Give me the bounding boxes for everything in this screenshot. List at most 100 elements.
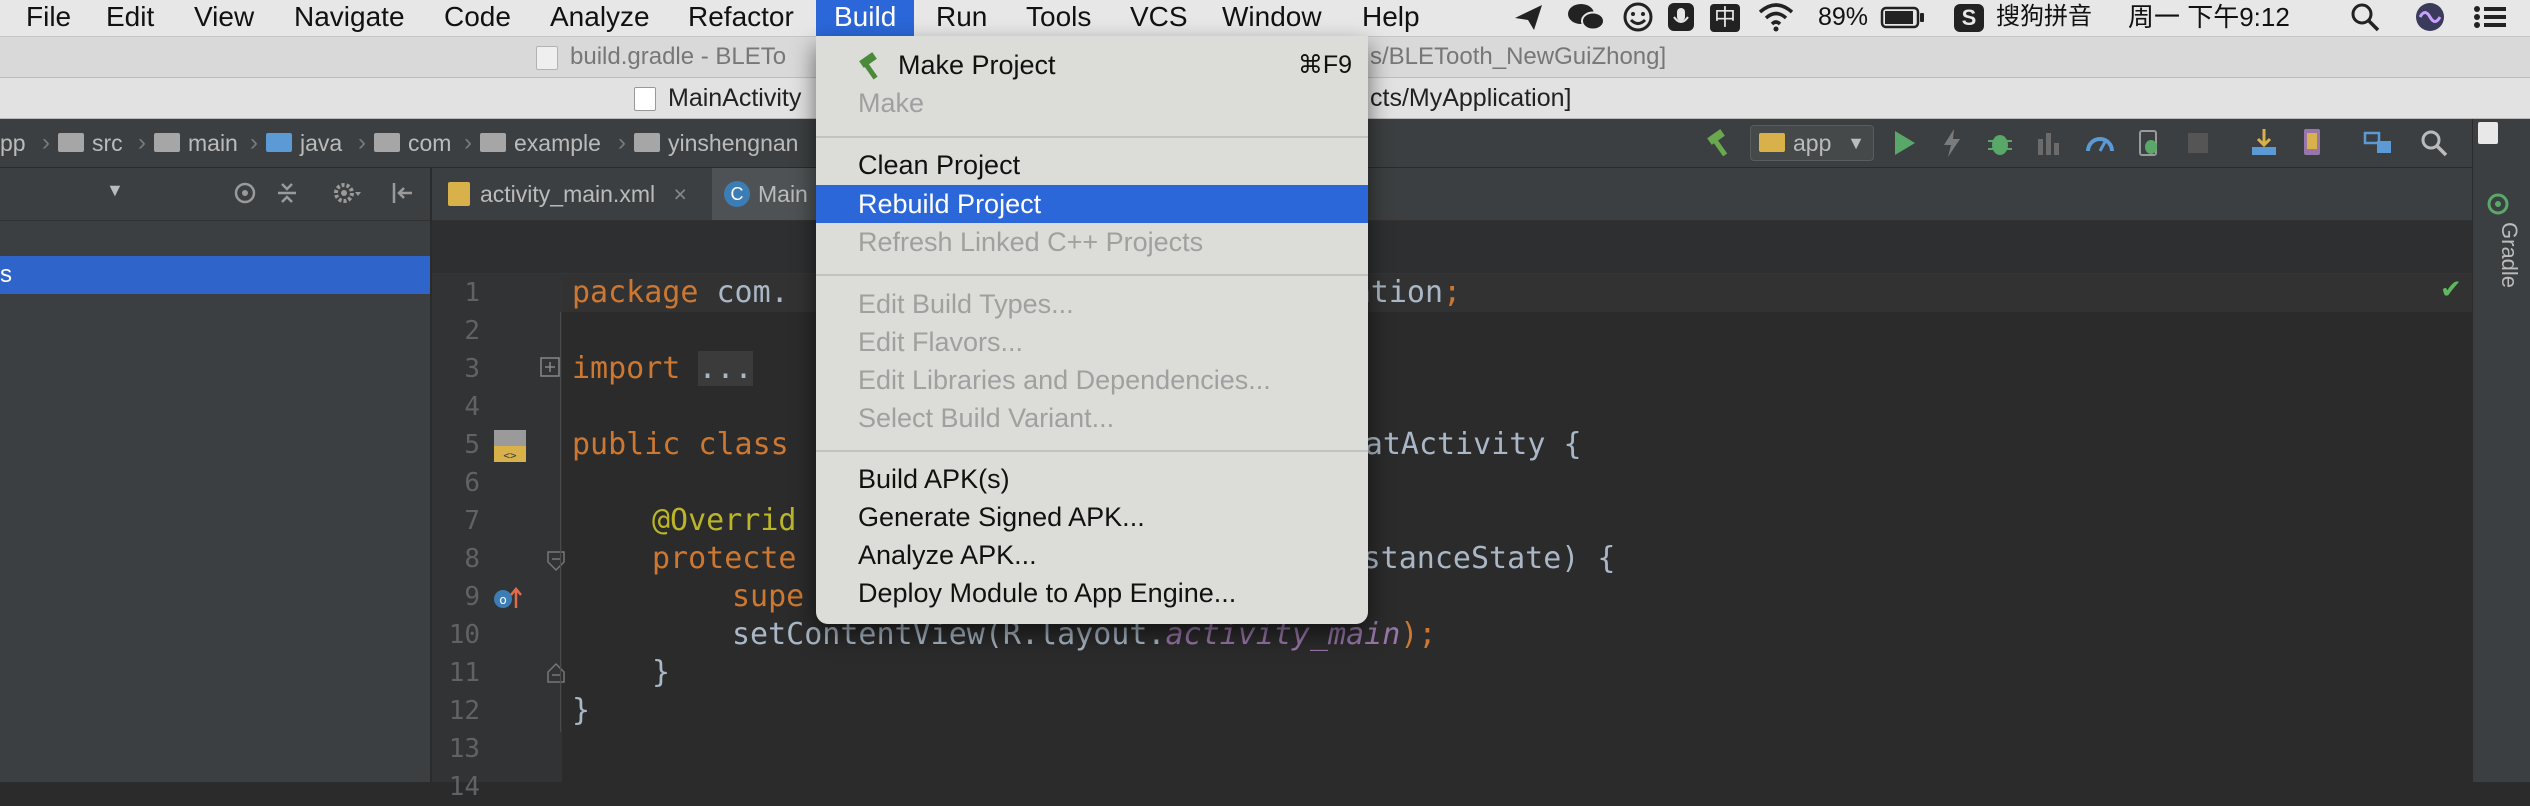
gear-icon[interactable] bbox=[332, 180, 362, 211]
editor-breadcrumb-strip bbox=[432, 221, 2472, 274]
class-icon: C bbox=[724, 180, 750, 207]
menu-build[interactable]: Build bbox=[816, 0, 915, 36]
microphone-icon[interactable] bbox=[1666, 0, 1696, 36]
menu-run[interactable]: Run bbox=[936, 0, 987, 36]
sync-gradle-icon[interactable] bbox=[2248, 127, 2280, 159]
apply-changes-icon[interactable] bbox=[1936, 127, 1968, 159]
notification-center-icon[interactable] bbox=[2470, 0, 2510, 36]
menu-navigate[interactable]: Navigate bbox=[294, 0, 405, 36]
code-line-13[interactable]: } bbox=[572, 692, 590, 730]
gradle-tool-window-button[interactable]: Gradle bbox=[2482, 222, 2522, 342]
hammer-build-icon[interactable] bbox=[1704, 127, 1736, 159]
chevron-down-icon[interactable]: ▼ bbox=[106, 180, 124, 201]
menu-item-build-apks[interactable]: Build APK(s) bbox=[816, 460, 1368, 498]
line-number: 7 bbox=[464, 506, 480, 536]
menu-item-label: Select Build Variant... bbox=[858, 403, 1115, 433]
tab-activity-main-xml[interactable]: activity_main.xml × bbox=[448, 168, 687, 220]
menu-item-analyze-apk[interactable]: Analyze APK... bbox=[816, 536, 1368, 574]
avd-manager-icon[interactable] bbox=[2296, 127, 2328, 159]
menu-item-label: Deploy Module to App Engine... bbox=[858, 578, 1237, 608]
run-icon[interactable] bbox=[1888, 127, 1920, 159]
breadcrumb-label: yinshengnan bbox=[668, 130, 799, 156]
package-icon bbox=[374, 133, 400, 153]
menu-vcs[interactable]: VCS bbox=[1130, 0, 1188, 36]
breadcrumb-app[interactable]: pp bbox=[0, 119, 26, 167]
menu-item-rebuild-project[interactable]: Rebuild Project bbox=[816, 185, 1368, 223]
code-line-8[interactable]: @Overrid bbox=[652, 502, 797, 540]
line-number: 6 bbox=[464, 468, 480, 498]
layout-preview-icon[interactable]: <> bbox=[492, 428, 528, 469]
coverage-icon[interactable] bbox=[2032, 127, 2064, 159]
breadcrumb-label: example bbox=[514, 130, 601, 156]
smiley-icon[interactable] bbox=[1622, 0, 1654, 36]
breadcrumb-main[interactable]: main bbox=[154, 119, 238, 167]
menu-view[interactable]: View bbox=[194, 0, 254, 36]
clock[interactable]: 周一 下午9:12 bbox=[2128, 0, 2290, 36]
menu-item-deploy-module-to-app-engine[interactable]: Deploy Module to App Engine... bbox=[816, 574, 1368, 612]
menu-item-generate-signed-apk[interactable]: Generate Signed APK... bbox=[816, 498, 1368, 536]
close-icon[interactable]: × bbox=[674, 181, 687, 207]
attach-debugger-icon[interactable] bbox=[2132, 127, 2164, 159]
code-token: @Overrid bbox=[652, 503, 797, 538]
fold-marker-icon[interactable] bbox=[546, 550, 566, 577]
menu-analyze[interactable]: Analyze bbox=[550, 0, 650, 36]
input-source-icon[interactable]: 中 bbox=[1710, 0, 1740, 36]
code-line-12[interactable]: } bbox=[652, 654, 670, 692]
folded-imports[interactable]: ... bbox=[698, 351, 753, 386]
pointer-app-icon[interactable] bbox=[1512, 0, 1546, 36]
stop-icon[interactable] bbox=[2182, 127, 2214, 159]
menu-edit[interactable]: Edit bbox=[106, 0, 154, 36]
no-problems-check-icon[interactable]: ✔ bbox=[2440, 274, 2462, 305]
sogou-ime-icon[interactable]: S bbox=[1954, 0, 1984, 36]
debug-icon[interactable] bbox=[1984, 127, 2016, 159]
profile-icon[interactable] bbox=[2084, 127, 2116, 159]
expand-fold-icon[interactable] bbox=[540, 357, 560, 382]
project-tree[interactable] bbox=[0, 221, 430, 782]
menu-code[interactable]: Code bbox=[444, 0, 511, 36]
battery-icon[interactable] bbox=[1880, 0, 1926, 36]
breadcrumb-example[interactable]: example bbox=[480, 119, 601, 167]
menu-window[interactable]: Window bbox=[1222, 0, 1322, 36]
tab-main-activity[interactable]: C Main bbox=[712, 168, 816, 220]
fold-end-marker-icon[interactable] bbox=[546, 662, 566, 689]
project-tree-selected-item[interactable]: s bbox=[0, 256, 430, 294]
breadcrumb-separator-icon: › bbox=[250, 129, 258, 156]
breadcrumb-yinshengnan[interactable]: yinshengnan bbox=[634, 119, 798, 167]
code-token: } bbox=[652, 655, 671, 690]
menu-help[interactable]: Help bbox=[1362, 0, 1420, 36]
menu-item-clean-project[interactable]: Clean Project bbox=[816, 146, 1368, 184]
search-everywhere-icon[interactable] bbox=[2418, 127, 2450, 159]
menu-separator bbox=[816, 450, 1368, 452]
menu-item-make-project[interactable]: Make Project ⌘F9 bbox=[816, 46, 1368, 84]
code-line-3[interactable]: import ... bbox=[572, 350, 753, 388]
wechat-icon[interactable] bbox=[1566, 0, 1606, 36]
breadcrumb-separator-icon: › bbox=[138, 129, 146, 156]
project-structure-icon[interactable] bbox=[2362, 127, 2394, 159]
scroll-from-source-icon[interactable] bbox=[232, 180, 258, 211]
fold-guide bbox=[560, 312, 561, 732]
spotlight-search-icon[interactable] bbox=[2348, 0, 2382, 36]
ime-name[interactable]: 搜狗拼音 bbox=[1996, 0, 2092, 36]
breadcrumb-src[interactable]: src bbox=[58, 119, 123, 167]
breadcrumb-java[interactable]: java bbox=[266, 119, 342, 167]
line-number: 2 bbox=[464, 316, 480, 346]
menu-refactor[interactable]: Refactor bbox=[688, 0, 794, 36]
line-number: 8 bbox=[464, 544, 480, 574]
menu-tools[interactable]: Tools bbox=[1026, 0, 1091, 36]
scrollbar-thumb[interactable] bbox=[2478, 122, 2498, 144]
override-marker-icon[interactable]: o bbox=[492, 584, 524, 617]
menu-separator bbox=[816, 136, 1368, 138]
menu-item-label: Edit Libraries and Dependencies... bbox=[858, 365, 1271, 395]
run-config-selector[interactable]: app ▼ bbox=[1750, 125, 1874, 161]
hide-panel-icon[interactable] bbox=[390, 180, 416, 211]
menu-file[interactable]: File bbox=[26, 0, 71, 36]
collapse-all-icon[interactable] bbox=[274, 180, 300, 211]
breadcrumb-com[interactable]: com bbox=[374, 119, 451, 167]
wifi-icon[interactable] bbox=[1756, 0, 1796, 36]
battery-percent[interactable]: 89% bbox=[1818, 0, 1868, 36]
input-source-char: 中 bbox=[1710, 4, 1740, 32]
build-menu-dropdown: Make Project ⌘F9 Make Clean Project Rebu… bbox=[816, 36, 1368, 624]
menu-item-edit-flavors: Edit Flavors... bbox=[816, 323, 1368, 361]
siri-icon[interactable] bbox=[2412, 0, 2448, 36]
breadcrumb-label: main bbox=[188, 130, 238, 156]
